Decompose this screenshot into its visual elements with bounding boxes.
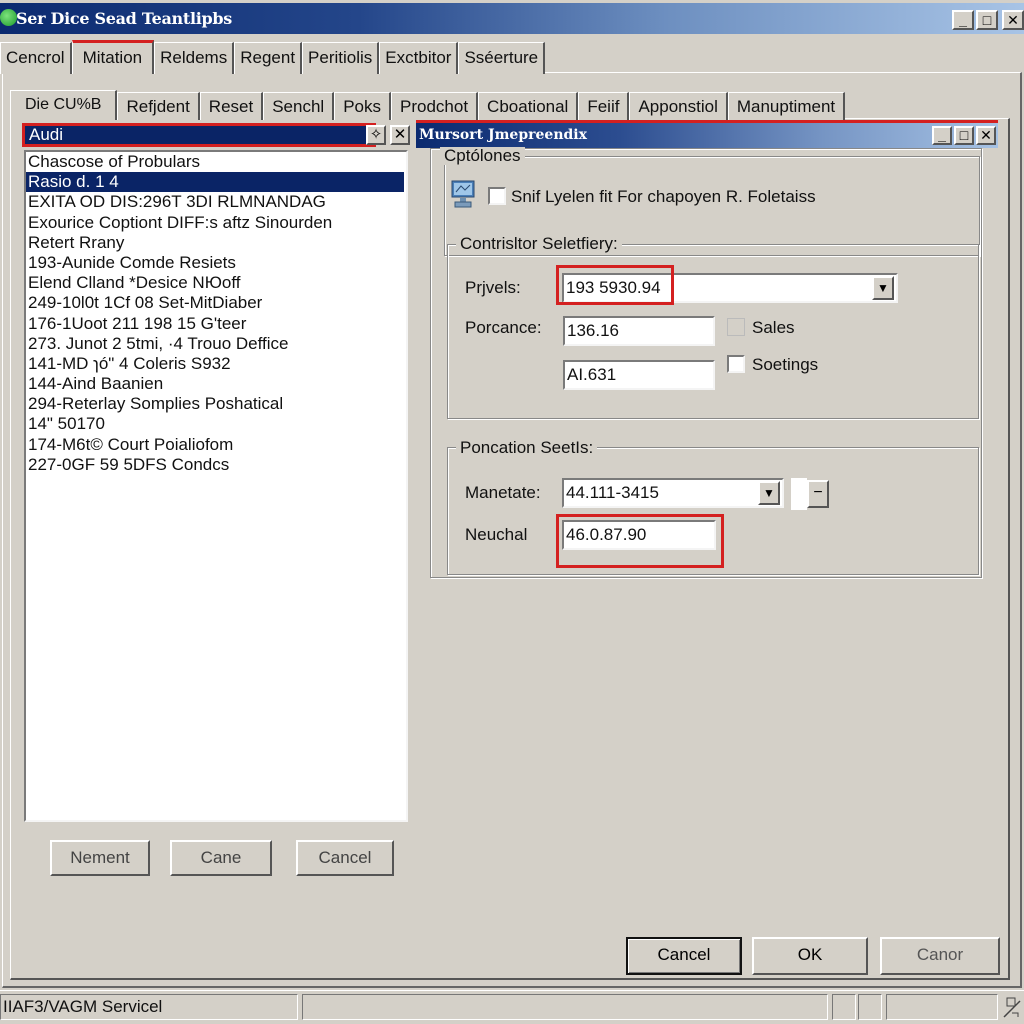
list-item[interactable]: 294-Reterlay Somplies Poshatical <box>26 394 406 414</box>
pane-close-button[interactable]: ✕ <box>390 125 410 145</box>
list-item[interactable]: Chascose of Probulars <box>26 152 406 172</box>
subtab-prodchot[interactable]: Prodchot <box>391 92 479 120</box>
tab-exctbitor[interactable]: Exctbitor <box>379 42 459 74</box>
snif-lyelen-checkbox[interactable] <box>488 187 506 205</box>
pin-icon[interactable]: ✧ <box>366 125 386 145</box>
manetate-dropdown[interactable]: 44.111-3415 <box>562 478 784 508</box>
canor-button[interactable]: Canor <box>880 937 1000 975</box>
prjvels-label: Prjvels: <box>465 278 521 297</box>
list-item[interactable]: 14" 50170 <box>26 414 406 434</box>
sales-checkbox[interactable] <box>727 318 745 336</box>
tab-regent[interactable]: Regent <box>234 42 303 74</box>
tab-sseerture[interactable]: Sséerture <box>458 42 546 74</box>
maximize-button[interactable]: □ <box>976 10 998 30</box>
nement-button[interactable]: Nement <box>50 840 150 876</box>
subtab-senchl[interactable]: Senchl <box>263 92 335 120</box>
controller-group-label: Contrisltor Seletfiery: <box>456 235 622 253</box>
cane-button[interactable]: Cane <box>170 840 272 876</box>
subtab-die-cub[interactable]: Die CU%B <box>10 90 118 120</box>
subtab-cboational[interactable]: Cboational <box>478 92 579 120</box>
title-bar: Ser Dice Sead Teantlipbs _ □ ✕ <box>0 3 1024 34</box>
left-pane-header: Audi <box>22 123 376 147</box>
subtab-refjdent[interactable]: Refjdent <box>117 92 200 120</box>
subtab-reset[interactable]: Reset <box>199 92 264 120</box>
list-item[interactable]: 144-Aind Baanien <box>26 374 406 394</box>
soetings-label: Soetings <box>752 355 819 374</box>
status-pane-3 <box>832 994 856 1020</box>
dialog-title-bar: Mursort Jmepreendix _ □ ✕ <box>416 120 998 148</box>
list-item[interactable]: Elend Clland *Desice NЮoff <box>26 273 406 293</box>
close-button[interactable]: ✕ <box>1002 10 1024 30</box>
status-pane-2 <box>302 994 828 1020</box>
porcance-input[interactable]: 136.16 <box>563 316 715 346</box>
snif-lyelen-label: Snif Lyelen fit For chapoyen R. Foletais… <box>511 187 816 206</box>
tab-cencrol[interactable]: Cencrol <box>0 42 72 74</box>
tab-reldems[interactable]: Reldems <box>154 42 235 74</box>
minimize-button[interactable]: _ <box>952 10 974 30</box>
options-group-label: Cptólones <box>440 147 525 165</box>
list-item[interactable]: 176-1Uoot 211 198 15 G'teer <box>26 314 406 334</box>
left-cancel-button[interactable]: Cancel <box>296 840 394 876</box>
sales-label: Sales <box>752 318 795 337</box>
dialog-close-button[interactable]: ✕ <box>976 126 996 145</box>
neuchal-input[interactable]: 46.0.87.90 <box>562 520 716 550</box>
manetate-dropdown-arrow-icon[interactable]: ▼ <box>758 481 780 505</box>
dialog-minimize-button[interactable]: _ <box>932 126 952 145</box>
secondary-value-input[interactable]: AI.631 <box>563 360 715 390</box>
vehicle-list[interactable]: Chascose of Probulars Rasio d. 1 4 EXITA O… <box>24 150 408 822</box>
status-pane-5 <box>886 994 998 1020</box>
neuchal-label: Neuchal <box>465 525 528 544</box>
list-item[interactable]: 141-MD ɿó" 4 Coleris S932 <box>26 354 406 374</box>
subtab-poks[interactable]: Poks <box>334 92 391 120</box>
sub-tabs: Die CU%B Refjdent Reset Senchl Poks Prod… <box>10 90 846 120</box>
list-item[interactable]: 193-Aunide Comde Resiets <box>26 253 406 273</box>
prjvels-dropdown-arrow-icon[interactable]: ▼ <box>872 276 894 300</box>
network-cable-icon <box>1002 995 1022 1021</box>
status-pane-4 <box>858 994 882 1020</box>
status-bar: IIAF3/VAGM Servicel <box>0 990 1024 1024</box>
list-item[interactable]: Exourice Coptiont DIFF:s aftz Sinourden <box>26 213 406 233</box>
subtab-feiif[interactable]: Feiif <box>578 92 630 120</box>
subtab-manuptiment[interactable]: Manuptiment <box>727 92 846 120</box>
list-item[interactable]: 249-10l0t 1Cf 08 Set-MitDiaber <box>26 293 406 313</box>
list-item[interactable]: 273. Junot 2 5tmi, ·4 Trouo Deffice <box>26 334 406 354</box>
dialog-title: Mursort Jmepreendix <box>419 127 587 143</box>
subtab-apponstiol[interactable]: Apponstiol <box>629 92 728 120</box>
list-item[interactable]: 174-M6t© Court Poialiofom <box>26 435 406 455</box>
soetings-checkbox[interactable] <box>727 355 745 373</box>
status-text: IIAF3/VAGM Servicel <box>0 994 298 1020</box>
tab-peritiolis[interactable]: Peritiolis <box>302 42 380 74</box>
ok-button[interactable]: OK <box>752 937 868 975</box>
dialog-cancel-button[interactable]: Cancel <box>626 937 742 975</box>
prjvels-dropdown[interactable]: 193 5930.94 <box>562 273 898 303</box>
app-globe-icon <box>0 9 17 26</box>
manetate-label: Manetate: <box>465 483 541 502</box>
dialog-maximize-button[interactable]: □ <box>954 126 974 145</box>
list-item[interactable]: Rasio d. 1 4 <box>26 172 404 193</box>
monitor-icon <box>451 180 475 210</box>
window-title: Ser Dice Sead Teantlipbs <box>16 9 233 28</box>
list-item[interactable]: Retert Rrany <box>26 233 406 253</box>
list-item[interactable]: EXITA OD DIS:296T 3DI RLMNANDAG <box>26 192 406 212</box>
poncation-group <box>447 447 979 575</box>
porcance-label: Porcance: <box>465 318 542 337</box>
prjvels-value: 193 5930.94 <box>566 278 661 297</box>
spacer-field <box>791 478 807 510</box>
list-item[interactable]: 227-0GF 59 5DFS Condcs <box>26 455 406 475</box>
tab-mitation[interactable]: Mitation <box>71 40 155 74</box>
main-tabs: Cencrol Mitation Reldems Regent Peritiol… <box>0 40 546 74</box>
manetate-value: 44.111-3415 <box>566 483 659 502</box>
minus-button[interactable]: − <box>807 480 829 508</box>
poncation-group-label: Poncation SeetIs: <box>456 439 598 457</box>
